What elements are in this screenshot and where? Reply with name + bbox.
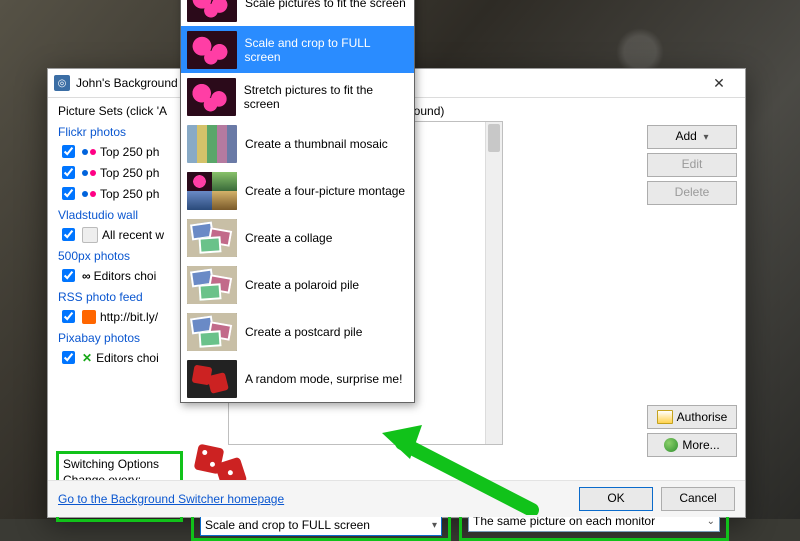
checkbox[interactable] bbox=[62, 269, 75, 282]
app-icon: ◎ bbox=[54, 75, 70, 91]
picture-mode-combo[interactable]: Scale and crop to FULL screen ▾ bbox=[200, 514, 442, 536]
mode-thumb bbox=[187, 266, 237, 304]
add-button[interactable]: Add ▾ bbox=[647, 125, 737, 149]
more-icon bbox=[664, 438, 678, 452]
delete-button[interactable]: Delete bbox=[647, 181, 737, 205]
checkbox[interactable] bbox=[62, 310, 75, 323]
vladstudio-icon bbox=[82, 227, 98, 243]
dropdown-item-label: Create a postcard pile bbox=[245, 325, 362, 339]
scrollbar[interactable] bbox=[485, 122, 502, 444]
switching-title: Switching Options bbox=[63, 457, 176, 471]
mode-thumb bbox=[187, 360, 237, 398]
dropdown-item[interactable]: A random mode, surprise me! bbox=[181, 355, 414, 402]
more-button[interactable]: More... bbox=[647, 433, 737, 457]
checkbox[interactable] bbox=[62, 187, 75, 200]
chevron-down-icon: ⌄ bbox=[707, 516, 715, 527]
dropdown-item-label: Scale and crop to FULL screen bbox=[245, 36, 408, 64]
add-label: Add bbox=[675, 129, 696, 143]
rss-icon bbox=[82, 310, 96, 324]
mode-thumb bbox=[187, 125, 237, 163]
edit-button[interactable]: Edit bbox=[647, 153, 737, 177]
checkbox[interactable] bbox=[62, 228, 75, 241]
scrollbar-thumb[interactable] bbox=[488, 124, 500, 152]
authorise-button[interactable]: Authorise bbox=[647, 405, 737, 429]
mode-thumb bbox=[187, 78, 236, 116]
mode-thumb bbox=[187, 31, 237, 69]
right-button-column: Add ▾ Edit Delete Authorise More... bbox=[647, 125, 737, 457]
tree-label: Top 250 ph bbox=[100, 145, 159, 159]
tree-label: Editors choi bbox=[96, 351, 159, 365]
key-icon bbox=[657, 410, 673, 424]
dropdown-item[interactable]: Create a collage bbox=[181, 214, 414, 261]
dropdown-item[interactable]: Create a four-picture montage bbox=[181, 167, 414, 214]
flickr-icon bbox=[82, 191, 96, 197]
ok-button[interactable]: OK bbox=[579, 487, 653, 511]
cancel-button[interactable]: Cancel bbox=[661, 487, 735, 511]
tree-label: All recent w bbox=[102, 228, 164, 242]
mode-thumb bbox=[187, 313, 237, 351]
chevron-down-icon: ▾ bbox=[432, 520, 437, 531]
mode-thumb bbox=[187, 219, 237, 257]
chevron-down-icon: ▾ bbox=[704, 132, 709, 143]
checkbox[interactable] bbox=[62, 166, 75, 179]
homepage-link[interactable]: Go to the Background Switcher homepage bbox=[58, 492, 284, 506]
picture-mode-dropdown[interactable]: Centre pictures on the screenScale pictu… bbox=[180, 0, 415, 403]
checkbox[interactable] bbox=[62, 145, 75, 158]
tree-label: http://bit.ly/ bbox=[100, 310, 158, 324]
tree-label: Top 250 ph bbox=[100, 187, 159, 201]
dropdown-item[interactable]: Stretch pictures to fit the screen bbox=[181, 73, 414, 120]
dropdown-item[interactable]: Create a polaroid pile bbox=[181, 261, 414, 308]
pixabay-icon: ✕ bbox=[82, 351, 92, 365]
dropdown-item-label: A random mode, surprise me! bbox=[245, 372, 402, 386]
mode-thumb bbox=[187, 0, 237, 22]
dropdown-item-label: Stretch pictures to fit the screen bbox=[244, 83, 408, 111]
dropdown-item-label: Scale pictures to fit the screen bbox=[245, 0, 406, 10]
500px-icon: ∞ bbox=[82, 269, 90, 283]
dropdown-item-label: Create a thumbnail mosaic bbox=[245, 137, 388, 151]
dropdown-item[interactable]: Create a postcard pile bbox=[181, 308, 414, 355]
dropdown-item-label: Create a collage bbox=[245, 231, 332, 245]
dropdown-item[interactable]: Create a thumbnail mosaic bbox=[181, 120, 414, 167]
flickr-icon bbox=[82, 170, 96, 176]
dropdown-item-label: Create a polaroid pile bbox=[245, 278, 359, 292]
more-label: More... bbox=[682, 435, 719, 455]
authorise-label: Authorise bbox=[677, 407, 728, 427]
dropdown-item-label: Create a four-picture montage bbox=[245, 184, 405, 198]
checkbox[interactable] bbox=[62, 351, 75, 364]
dropdown-item[interactable]: Scale and crop to FULL screen bbox=[181, 26, 414, 73]
mode-thumb bbox=[187, 172, 237, 210]
dropdown-item[interactable]: Scale pictures to fit the screen bbox=[181, 0, 414, 26]
picture-mode-value: Scale and crop to FULL screen bbox=[205, 518, 370, 532]
header-left: Picture Sets (click 'A bbox=[58, 104, 166, 118]
dialog-footer: Go to the Background Switcher homepage O… bbox=[48, 480, 745, 517]
tree-label: Top 250 ph bbox=[100, 166, 159, 180]
tree-label: Editors choi bbox=[94, 269, 157, 283]
flickr-icon bbox=[82, 149, 96, 155]
close-button[interactable]: ✕ bbox=[699, 73, 739, 93]
